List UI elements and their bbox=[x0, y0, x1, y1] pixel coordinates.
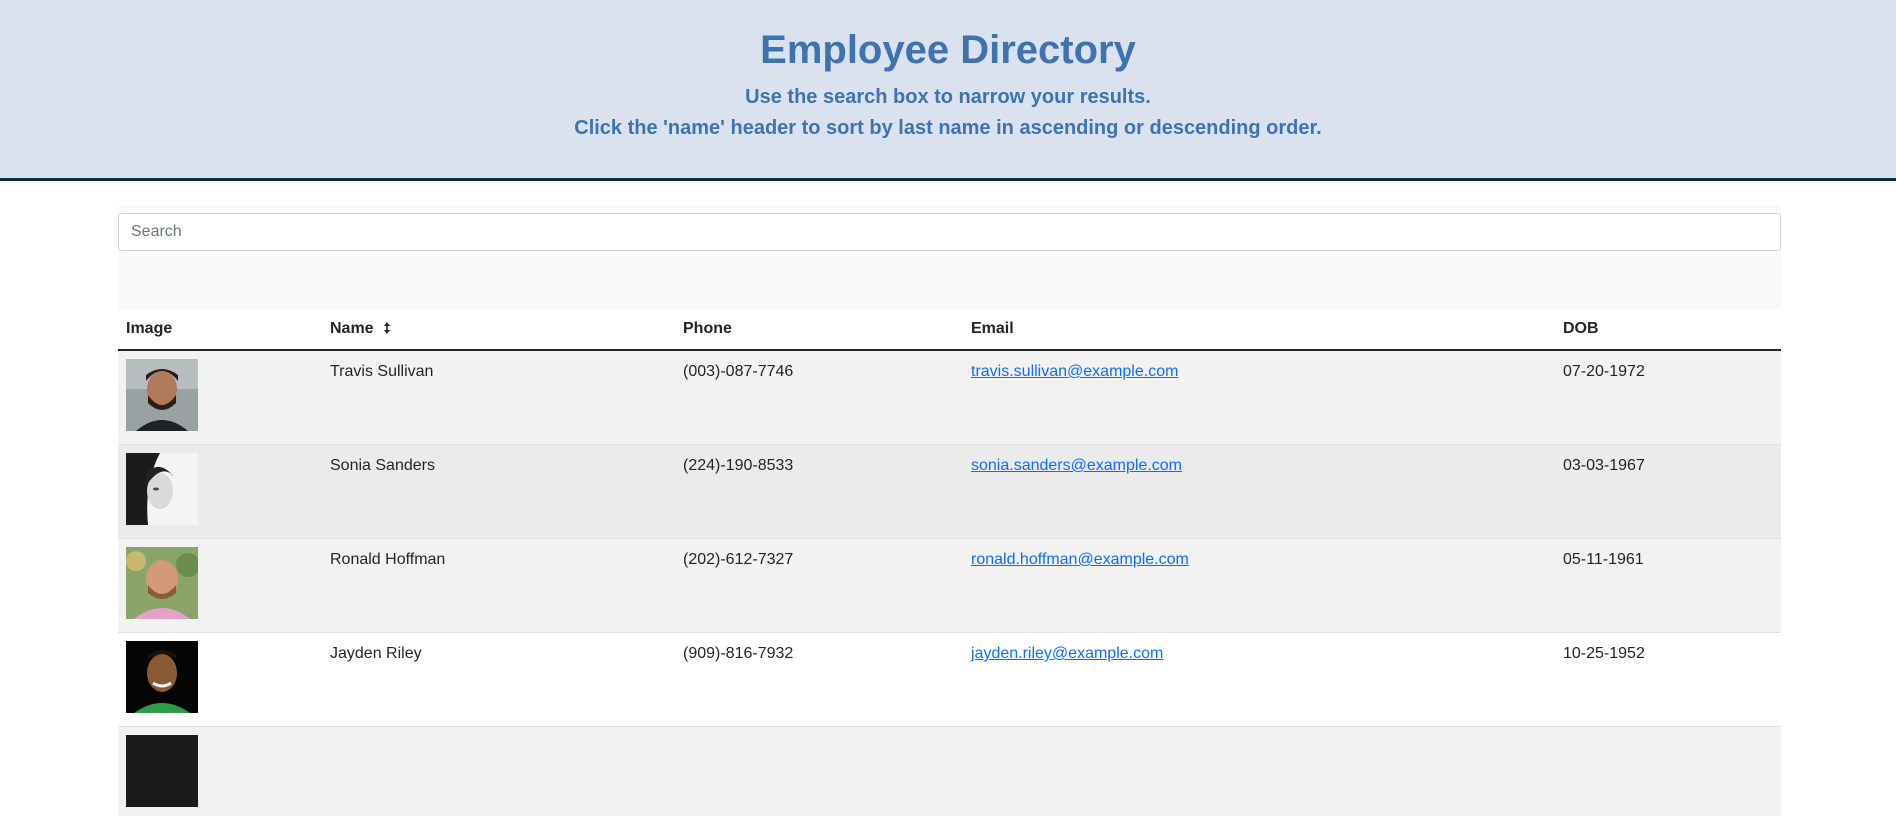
table-row: Sonia Sanders (224)-190-8533 sonia.sande… bbox=[118, 445, 1781, 539]
employee-photo bbox=[126, 641, 198, 713]
column-header-dob: DOB bbox=[1555, 309, 1781, 350]
employee-photo bbox=[126, 359, 198, 431]
column-header-phone: Phone bbox=[675, 309, 963, 350]
column-header-name-label: Name bbox=[330, 320, 374, 337]
employee-phone bbox=[675, 727, 963, 816]
table-row: Jayden Riley (909)-816-7932 jayden.riley… bbox=[118, 633, 1781, 727]
employee-name: Jayden Riley bbox=[322, 633, 675, 727]
image-cell bbox=[118, 727, 322, 816]
directory-content: Image Name Phone Email DOB bbox=[118, 205, 1781, 816]
employee-dob: 05-11-1961 bbox=[1555, 539, 1781, 633]
employee-phone: (224)-190-8533 bbox=[675, 445, 963, 539]
page-header: Employee Directory Use the search box to… bbox=[0, 0, 1896, 181]
search-input[interactable] bbox=[118, 213, 1781, 251]
employee-name bbox=[322, 727, 675, 816]
employee-phone: (003)-087-7746 bbox=[675, 350, 963, 445]
employee-email-link[interactable]: jayden.riley@example.com bbox=[971, 645, 1163, 662]
column-header-email: Email bbox=[963, 309, 1555, 350]
table-row: Ronald Hoffman (202)-612-7327 ronald.hof… bbox=[118, 539, 1781, 633]
employee-name: Ronald Hoffman bbox=[322, 539, 675, 633]
employee-table: Image Name Phone Email DOB bbox=[118, 309, 1781, 816]
employee-phone: (909)-816-7932 bbox=[675, 633, 963, 727]
employee-name: Sonia Sanders bbox=[322, 445, 675, 539]
image-cell bbox=[118, 350, 322, 445]
employee-email-link[interactable]: travis.sullivan@example.com bbox=[971, 363, 1178, 380]
employee-photo bbox=[126, 547, 198, 619]
employee-dob: 07-20-1972 bbox=[1555, 350, 1781, 445]
employee-phone: (202)-612-7327 bbox=[675, 539, 963, 633]
page-title: Employee Directory bbox=[0, 28, 1896, 73]
employee-dob bbox=[1555, 727, 1781, 816]
employee-dob: 10-25-1952 bbox=[1555, 633, 1781, 727]
employee-photo bbox=[126, 735, 198, 807]
image-cell bbox=[118, 539, 322, 633]
image-cell bbox=[118, 633, 322, 727]
employee-email-cell: jayden.riley@example.com bbox=[963, 633, 1555, 727]
table-row bbox=[118, 727, 1781, 816]
column-header-image: Image bbox=[118, 309, 322, 350]
page-subtitle-search-hint: Use the search box to narrow your result… bbox=[0, 86, 1896, 109]
employee-dob: 03-03-1967 bbox=[1555, 445, 1781, 539]
page-subtitle-sort-hint: Click the 'name' header to sort by last … bbox=[0, 117, 1896, 140]
employee-email-link[interactable]: sonia.sanders@example.com bbox=[971, 457, 1182, 474]
image-cell bbox=[118, 445, 322, 539]
employee-email-cell: travis.sullivan@example.com bbox=[963, 350, 1555, 445]
employee-name: Travis Sullivan bbox=[322, 350, 675, 445]
table-row: Travis Sullivan (003)-087-7746 travis.su… bbox=[118, 350, 1781, 445]
employee-photo bbox=[126, 453, 198, 525]
column-header-name[interactable]: Name bbox=[322, 309, 675, 350]
table-header-row: Image Name Phone Email DOB bbox=[118, 309, 1781, 350]
sort-arrows-icon bbox=[382, 321, 392, 335]
employee-email-cell bbox=[963, 727, 1555, 816]
search-bar-container bbox=[118, 205, 1781, 309]
employee-email-cell: ronald.hoffman@example.com bbox=[963, 539, 1555, 633]
employee-email-cell: sonia.sanders@example.com bbox=[963, 445, 1555, 539]
employee-email-link[interactable]: ronald.hoffman@example.com bbox=[971, 551, 1189, 568]
